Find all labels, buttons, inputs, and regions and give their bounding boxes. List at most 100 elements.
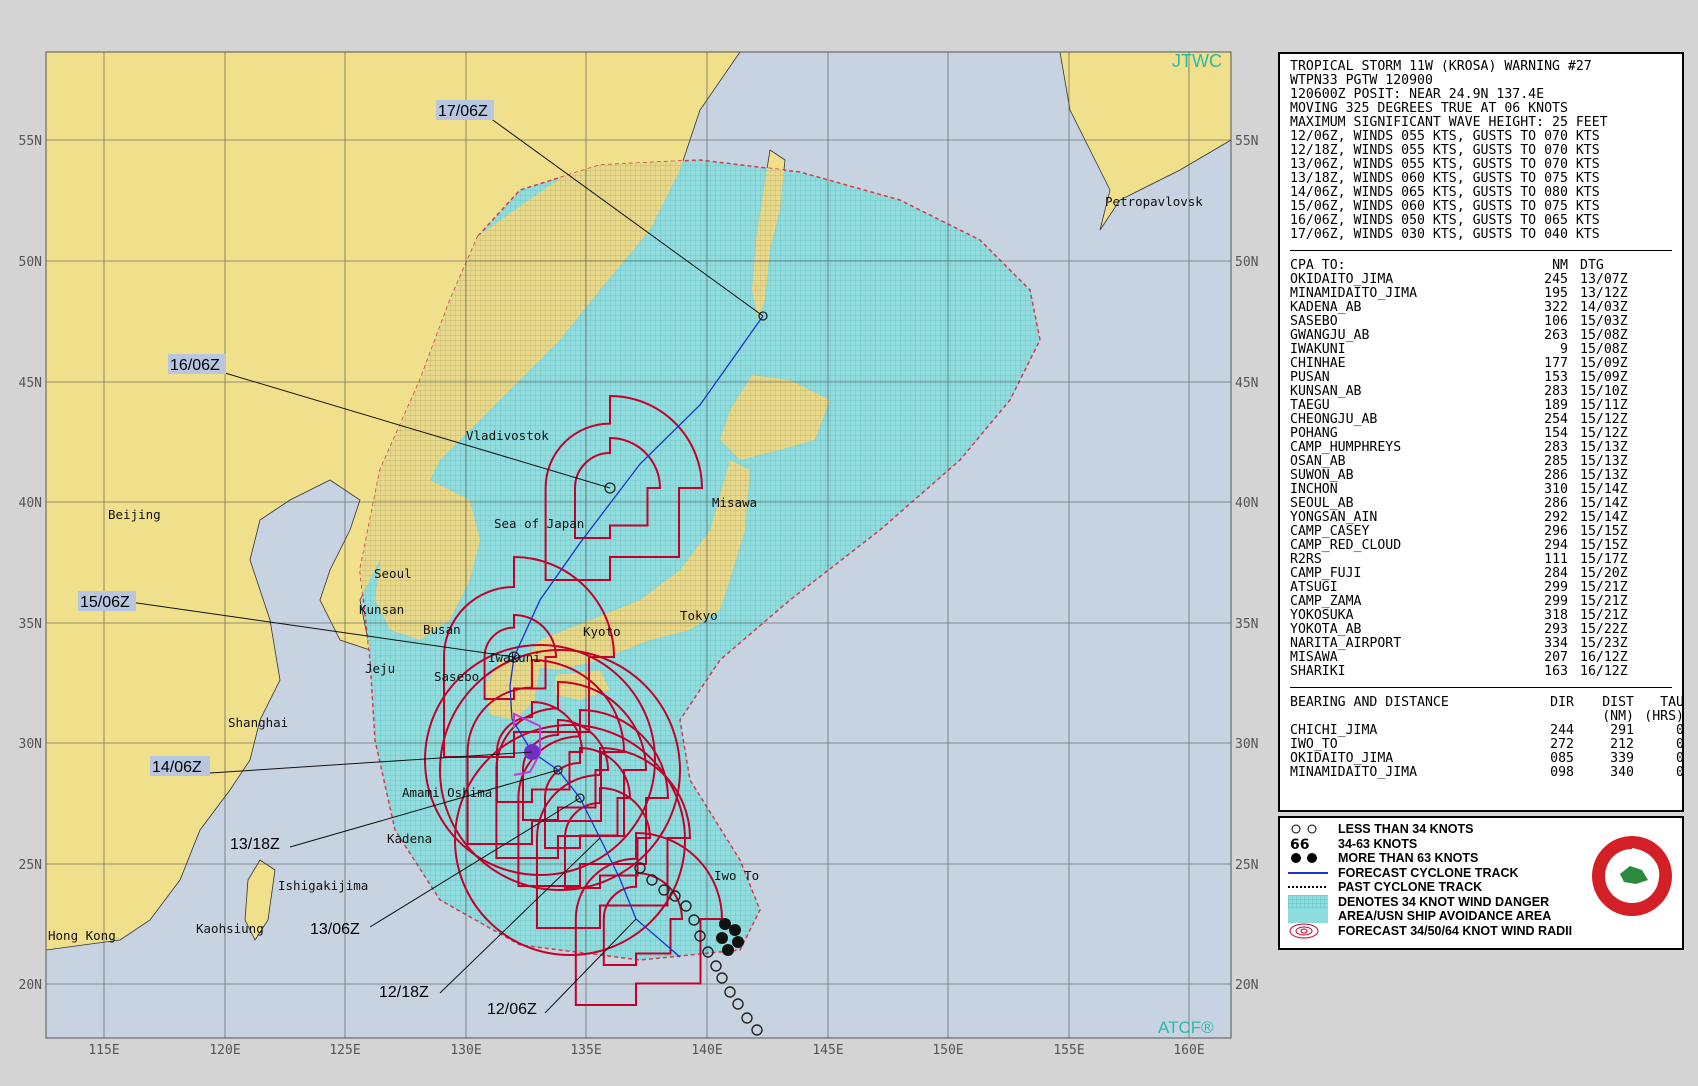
cpa-cell: 299 bbox=[1544, 580, 1568, 595]
cpa-cell: 14/03Z bbox=[1580, 300, 1628, 315]
warning-header: TROPICAL STORM 11W (KROSA) WARNING #27 WT… bbox=[1290, 60, 1672, 242]
cpa-cell: 16/12Z bbox=[1580, 664, 1628, 679]
bearing-cell: 0 bbox=[1676, 737, 1684, 752]
cpa-cell: POHANG bbox=[1290, 426, 1338, 441]
cpa-cell: CAMP_HUMPHREYS bbox=[1290, 440, 1402, 455]
jtwc-seal bbox=[1592, 836, 1672, 916]
cpa-cell: 15/17Z bbox=[1580, 552, 1628, 567]
cpa-cell: 15/21Z bbox=[1580, 608, 1628, 623]
cpa-cell: 254 bbox=[1544, 412, 1568, 427]
cpa-cell: 15/23Z bbox=[1580, 636, 1628, 651]
bearing-cell: 244 bbox=[1550, 723, 1574, 738]
cpa-cell: 292 bbox=[1544, 510, 1568, 525]
cpa-cell: 285 bbox=[1544, 454, 1568, 469]
bearing-cell: 0 bbox=[1676, 751, 1684, 766]
cpa-cell: TAEGU bbox=[1290, 398, 1330, 413]
label-14-06z: 14/06Z bbox=[152, 759, 202, 776]
warning-line: WTPN33 PGTW 120900 bbox=[1290, 73, 1433, 88]
place-hong-kong: Hong Kong bbox=[48, 928, 116, 943]
cpa-cell: 310 bbox=[1544, 482, 1568, 497]
svg-text:45N: 45N bbox=[19, 376, 42, 391]
label-16-06z: 16/06Z bbox=[170, 357, 220, 374]
place-kunsan: Kunsan bbox=[359, 602, 404, 617]
cpa-cell: 15/14Z bbox=[1580, 510, 1628, 525]
divider bbox=[1290, 687, 1672, 688]
svg-text:66: 66 bbox=[1290, 837, 1309, 851]
bearing-unit bbox=[1514, 710, 1574, 724]
svg-text:160E: 160E bbox=[1173, 1043, 1204, 1058]
cpa-cell: 15/14Z bbox=[1580, 496, 1628, 511]
svg-text:135E: 135E bbox=[570, 1043, 601, 1058]
cpa-header: DTG bbox=[1580, 258, 1604, 273]
label-17-06z: 17/06Z bbox=[438, 103, 488, 120]
cpa-cell: 177 bbox=[1544, 356, 1568, 371]
place-sea-of-japan: Sea of Japan bbox=[494, 516, 584, 531]
cpa-cell: CHINHAE bbox=[1290, 356, 1346, 371]
cpa-cell: CHEONGJU_AB bbox=[1290, 412, 1378, 427]
cpa-cell: 9 bbox=[1560, 342, 1568, 357]
cpa-cell: KADENA_AB bbox=[1290, 300, 1362, 315]
place-iwakuni: Iwakuni bbox=[488, 650, 541, 665]
cpa-cell: 15/08Z bbox=[1580, 342, 1628, 357]
label-12-06z: 12/06Z bbox=[487, 1001, 537, 1018]
lat-labels-right: 55N 50N 45N 40N 35N 30N 25N 20N bbox=[1235, 134, 1258, 993]
place-vladivostok: Vladivostok bbox=[466, 428, 549, 443]
cpa-cell: OSAN_AB bbox=[1290, 454, 1346, 469]
svg-text:140E: 140E bbox=[691, 1043, 722, 1058]
bearing-cell: OKIDAITO_JIMA bbox=[1290, 751, 1394, 766]
svg-text:20N: 20N bbox=[1235, 978, 1258, 993]
svg-text:30N: 30N bbox=[1235, 737, 1258, 752]
lon-labels: 115E 120E 125E 130E 135E 140E 145E 150E … bbox=[88, 1043, 1204, 1058]
cpa-cell: MINAMIDAITO_JIMA bbox=[1290, 286, 1418, 301]
cpa-cell: 16/12Z bbox=[1580, 650, 1628, 665]
svg-text:120E: 120E bbox=[209, 1043, 240, 1058]
cpa-cell: 153 bbox=[1544, 370, 1568, 385]
svg-text:25N: 25N bbox=[19, 858, 42, 873]
cpa-cell: 111 bbox=[1544, 552, 1568, 567]
svg-text:25N: 25N bbox=[1235, 858, 1258, 873]
bearing-cell: MINAMIDAITO_JIMA bbox=[1290, 765, 1418, 780]
bearing-unit: (NM) bbox=[1602, 709, 1634, 724]
cpa-cell: 154 bbox=[1544, 426, 1568, 441]
warning-line: 13/18Z, WINDS 060 KTS, GUSTS TO 075 KTS bbox=[1290, 171, 1600, 186]
warning-line: 12/18Z, WINDS 055 KTS, GUSTS TO 070 KTS bbox=[1290, 143, 1600, 158]
cpa-cell: 322 bbox=[1544, 300, 1568, 315]
place-petropavlovsk: Petropavlovsk bbox=[1105, 194, 1203, 209]
cpa-cell: 106 bbox=[1544, 314, 1568, 329]
cpa-cell: 13/12Z bbox=[1580, 286, 1628, 301]
cpa-cell: 245 bbox=[1544, 272, 1568, 287]
cpa-cell: INCHON bbox=[1290, 482, 1338, 497]
warning-line: TROPICAL STORM 11W (KROSA) WARNING #27 bbox=[1290, 59, 1592, 74]
cpa-cell: 15/22Z bbox=[1580, 622, 1628, 637]
warning-line: 16/06Z, WINDS 050 KTS, GUSTS TO 065 KTS bbox=[1290, 213, 1600, 228]
cpa-cell: 15/20Z bbox=[1580, 566, 1628, 581]
svg-text:40N: 40N bbox=[19, 496, 42, 511]
place-tokyo: Tokyo bbox=[680, 608, 718, 623]
cpa-cell: 283 bbox=[1544, 440, 1568, 455]
cpa-cell: 15/12Z bbox=[1580, 412, 1628, 427]
label-13-06z: 13/06Z bbox=[310, 921, 360, 938]
svg-text:35N: 35N bbox=[1235, 617, 1258, 632]
cpa-cell: 15/13Z bbox=[1580, 468, 1628, 483]
cpa-cell: 15/12Z bbox=[1580, 426, 1628, 441]
atcf-label: ATCF® bbox=[1158, 1018, 1214, 1037]
bearing-cell: 212 bbox=[1610, 737, 1634, 752]
legend-item: FORECAST 34/50/64 KNOT WIND RADII bbox=[1288, 923, 1674, 939]
place-busan: Busan bbox=[423, 622, 461, 637]
svg-text:130E: 130E bbox=[450, 1043, 481, 1058]
svg-text:55N: 55N bbox=[1235, 134, 1258, 149]
track-map: 115E 120E 125E 130E 135E 140E 145E 150E … bbox=[19, 51, 1259, 1058]
bearing-header: DIR bbox=[1550, 695, 1574, 710]
bearing-header: BEARING AND DISTANCE bbox=[1290, 695, 1449, 710]
svg-text:50N: 50N bbox=[19, 255, 42, 270]
place-amami-oshima: Amami Oshima bbox=[402, 785, 492, 800]
warning-line: 14/06Z, WINDS 065 KTS, GUSTS TO 080 KTS bbox=[1290, 185, 1600, 200]
cpa-cell: ATSUGI bbox=[1290, 580, 1338, 595]
warning-panel: TROPICAL STORM 11W (KROSA) WARNING #27 WT… bbox=[1278, 52, 1684, 812]
place-kaohsiung: Kaohsiung bbox=[196, 921, 264, 936]
cpa-cell: 15/13Z bbox=[1580, 440, 1628, 455]
cpa-cell: 263 bbox=[1544, 328, 1568, 343]
svg-text:145E: 145E bbox=[812, 1043, 843, 1058]
cpa-cell: 15/13Z bbox=[1580, 454, 1628, 469]
bearing-cell: 340 bbox=[1610, 765, 1634, 780]
